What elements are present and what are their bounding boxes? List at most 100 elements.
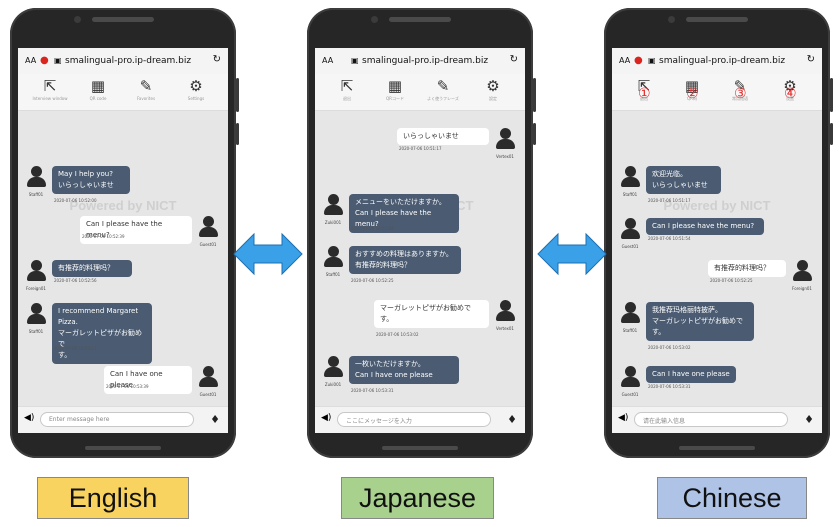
message-line: 我推荐玛格丽特披萨。 xyxy=(652,306,722,314)
language-label-english: English xyxy=(37,477,189,519)
message-timestamp: 2020-07-06 10:51:54 xyxy=(648,236,691,241)
message-input[interactable]: ここにメッセージを入力 xyxy=(337,412,491,427)
browser-url-bar[interactable]: AA ● ▣ smalingual-pro.ip-dream.biz ↻ xyxy=(612,48,822,74)
message-timestamp: 2020-07-06 10:53:39 xyxy=(106,384,149,389)
browser-url-bar[interactable]: AA ● ▣ smalingual-pro.ip-dream.biz ↻ xyxy=(18,48,228,74)
phone-speaker xyxy=(686,17,748,22)
avatar-body xyxy=(496,139,515,149)
user-name: Guest01 xyxy=(621,244,639,249)
avatar-body xyxy=(621,177,640,187)
message-bubble: 有推荐的料理吗？ xyxy=(52,260,132,277)
browser-mic-icon[interactable]: ● xyxy=(40,55,49,66)
watermark-text: Powered by NICT xyxy=(69,198,177,213)
message-timestamp: 2020-07-06 10:52:56 xyxy=(54,278,97,283)
message-bubble: おすすめの料理はありますか。 有推荐的料理吗？ xyxy=(349,246,461,274)
message-timestamp: 2020-07-06 10:51:17 xyxy=(399,146,442,151)
text-size-button[interactable]: AA xyxy=(322,56,333,65)
message-timestamp: 2020-07-06 10:53:31 xyxy=(351,388,394,393)
message-input[interactable]: Enter message here xyxy=(40,412,194,427)
toolbar-label: 退出 xyxy=(343,96,351,101)
message-timestamp: 2020-07-06 10:53:02 xyxy=(376,332,419,337)
exit-button[interactable]: ⇱ 退出 xyxy=(327,78,367,102)
message-input-bar: ◀) Enter message here ♦ xyxy=(18,406,228,433)
reload-icon[interactable]: ↻ xyxy=(510,54,518,65)
user-avatar xyxy=(620,166,640,190)
microphone-icon[interactable]: ♦ xyxy=(210,413,220,426)
favorites-button[interactable]: ✎ Favorites xyxy=(126,78,166,101)
url-text[interactable]: smalingual-pro.ip-dream.biz xyxy=(65,56,191,66)
message-timestamp: 2020-07-06 10:52:25 xyxy=(351,278,394,283)
user-avatar xyxy=(792,260,812,284)
message-timestamp: 2020-07-06 10:53:31 xyxy=(648,384,691,389)
message-bubble: I recommend Margaret Pizza. マーガレットピザがお勧めで… xyxy=(52,303,152,364)
phone-screen: AA ● ▣ smalingual-pro.ip-dream.biz ↻ ⇱ Intervi… xyxy=(18,48,228,433)
speaker-icon[interactable]: ◀) xyxy=(321,413,331,423)
user-avatar xyxy=(198,216,218,240)
user-name: Vertex01 xyxy=(496,154,514,159)
phone-speaker xyxy=(389,17,451,22)
avatar-head xyxy=(328,356,339,367)
avatar-head xyxy=(797,260,808,271)
message-input[interactable]: 请在此输入信息 xyxy=(634,412,788,427)
settings-button[interactable]: ⚙ 設定 xyxy=(473,78,513,102)
microphone-icon[interactable]: ♦ xyxy=(804,413,814,426)
message-bubble: Can I have one please xyxy=(104,366,192,394)
qr-code-button[interactable]: ▦ QR code xyxy=(78,78,118,101)
browser-url-bar[interactable]: AA ▣ smalingual-pro.ip-dream.biz ↻ xyxy=(315,48,525,74)
url-text[interactable]: smalingual-pro.ip-dream.biz xyxy=(362,56,488,66)
message-line: メニューをいただけますか。 xyxy=(355,198,446,206)
message-line: 有推荐的料理吗？ xyxy=(58,264,114,272)
avatar-body xyxy=(27,177,46,187)
message-line: 一枚いただけますか。 xyxy=(355,360,425,368)
gear-icon: ⚙ xyxy=(189,77,203,95)
microphone-icon[interactable]: ♦ xyxy=(507,413,517,426)
browser-mic-icon[interactable]: ● xyxy=(634,55,643,66)
avatar-body xyxy=(621,377,640,387)
message-line: May I help you? xyxy=(58,170,113,178)
reload-icon[interactable]: ↻ xyxy=(807,54,815,65)
message-bubble: 有推荐的料理吗？ xyxy=(708,260,786,277)
toolbar-number-marker: ② xyxy=(686,86,699,102)
text-size-button[interactable]: AA xyxy=(619,56,630,65)
user-avatar xyxy=(495,300,515,324)
avatar-head xyxy=(625,302,636,313)
message-timestamp: 2020-07-06 10:52:00 xyxy=(54,198,97,203)
message-line: いらっしゃいませ xyxy=(58,181,114,189)
user-avatar xyxy=(26,303,46,327)
phone-frame: AA ● ▣ smalingual-pro.ip-dream.biz ↻ ⇱ Intervi… xyxy=(10,8,239,458)
speaker-icon[interactable]: ◀) xyxy=(618,413,628,423)
settings-button[interactable]: ⚙ Settings xyxy=(176,78,216,101)
avatar-head xyxy=(328,194,339,205)
reload-icon[interactable]: ↻ xyxy=(213,54,221,65)
user-avatar xyxy=(620,366,640,390)
message-bubble: Can I please have the menu? xyxy=(80,216,192,244)
exit-button[interactable]: ⇱ Interview window xyxy=(30,78,70,101)
toolbar-label: Settings xyxy=(187,96,205,101)
gear-icon: ⚙ xyxy=(486,77,500,95)
user-avatar xyxy=(620,302,640,326)
avatar-head xyxy=(625,218,636,229)
avatar-head xyxy=(31,303,42,314)
speaker-icon[interactable]: ◀) xyxy=(24,413,34,423)
avatar-head xyxy=(203,366,214,377)
qr-code-button[interactable]: ▦ QRコード xyxy=(375,78,415,102)
message-timestamp: 2020-07-06 10:51:54 xyxy=(351,226,394,231)
user-avatar xyxy=(198,366,218,390)
message-line: 有推荐的料理吗？ xyxy=(714,264,770,272)
avatar-head xyxy=(625,366,636,377)
message-bubble: 欢迎光临。 いらっしゃいませ xyxy=(646,166,721,194)
favorites-button[interactable]: ✎ よく使うフレーズ xyxy=(423,78,463,102)
message-bubble: いらっしゃいませ xyxy=(397,128,489,145)
avatar-body xyxy=(199,377,218,387)
user-name: Guest01 xyxy=(199,242,217,247)
phone-frame: AA ● ▣ smalingual-pro.ip-dream.biz ↻ ⇱ 退出 ▦ QR码 ✎… xyxy=(604,8,833,458)
message-line: おすすめの料理はありますか。 xyxy=(355,250,453,258)
avatar-body xyxy=(324,367,343,377)
text-size-button[interactable]: AA xyxy=(25,56,36,65)
user-avatar xyxy=(323,246,343,270)
side-button xyxy=(830,123,833,145)
url-text[interactable]: smalingual-pro.ip-dream.biz xyxy=(659,56,785,66)
user-avatar xyxy=(26,260,46,284)
avatar-body xyxy=(199,227,218,237)
message-line: I recommend Margaret Pizza. xyxy=(58,307,139,326)
